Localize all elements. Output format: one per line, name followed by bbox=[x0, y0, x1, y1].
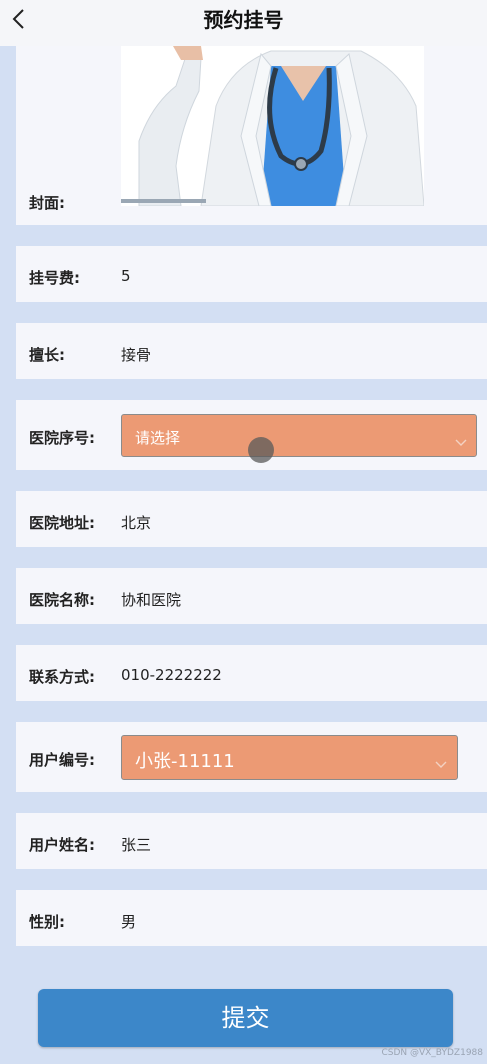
chevron-down-icon bbox=[435, 754, 447, 768]
contact-label: 联系方式: bbox=[29, 668, 95, 686]
hospital-no-label: 医院序号: bbox=[29, 429, 95, 447]
user-name-value: 张三 bbox=[121, 836, 152, 854]
watermark: CSDN @VX_BYDZ1988 bbox=[381, 1048, 483, 1058]
specialty-value: 接骨 bbox=[121, 346, 152, 364]
cover-row: 封面: bbox=[16, 46, 487, 225]
gender-row: 性别: 男 bbox=[16, 890, 487, 946]
hospital-address-label: 医院地址: bbox=[29, 514, 95, 532]
top-bar: 预约挂号 bbox=[0, 0, 487, 46]
gender-label: 性别: bbox=[29, 913, 65, 931]
hospital-no-select[interactable]: 请选择 bbox=[121, 414, 477, 457]
fee-row: 挂号费: 5 bbox=[16, 246, 487, 302]
hospital-name-value: 协和医院 bbox=[121, 591, 182, 609]
fee-label: 挂号费: bbox=[29, 269, 80, 287]
hospital-address-value: 北京 bbox=[121, 514, 152, 532]
user-no-row: 用户编号: 小张-11111 bbox=[16, 722, 487, 792]
page-title: 预约挂号 bbox=[203, 8, 284, 32]
specialty-label: 擅长: bbox=[29, 346, 65, 364]
user-no-label: 用户编号: bbox=[29, 751, 95, 769]
user-name-label: 用户姓名: bbox=[29, 836, 95, 854]
doctor-cover-image bbox=[121, 46, 424, 206]
hospital-name-row: 医院名称: 协和医院 bbox=[16, 568, 487, 624]
hospital-address-row: 医院地址: 北京 bbox=[16, 491, 487, 547]
contact-row: 联系方式: 010-2222222 bbox=[16, 645, 487, 701]
user-no-select[interactable]: 小张-11111 bbox=[121, 735, 458, 780]
specialty-row: 擅长: 接骨 bbox=[16, 323, 487, 379]
contact-value: 010-2222222 bbox=[121, 666, 222, 684]
user-no-value: 小张-11111 bbox=[135, 751, 235, 772]
submit-button[interactable]: 提交 bbox=[38, 989, 453, 1047]
hospital-no-placeholder: 请选择 bbox=[135, 429, 181, 447]
touch-indicator bbox=[248, 437, 274, 463]
user-name-row: 用户姓名: 张三 bbox=[16, 813, 487, 869]
gender-value: 男 bbox=[121, 913, 137, 931]
fee-value: 5 bbox=[121, 267, 131, 285]
cover-label: 封面: bbox=[29, 194, 65, 212]
hospital-name-label: 医院名称: bbox=[29, 591, 95, 609]
chevron-down-icon bbox=[455, 432, 467, 446]
